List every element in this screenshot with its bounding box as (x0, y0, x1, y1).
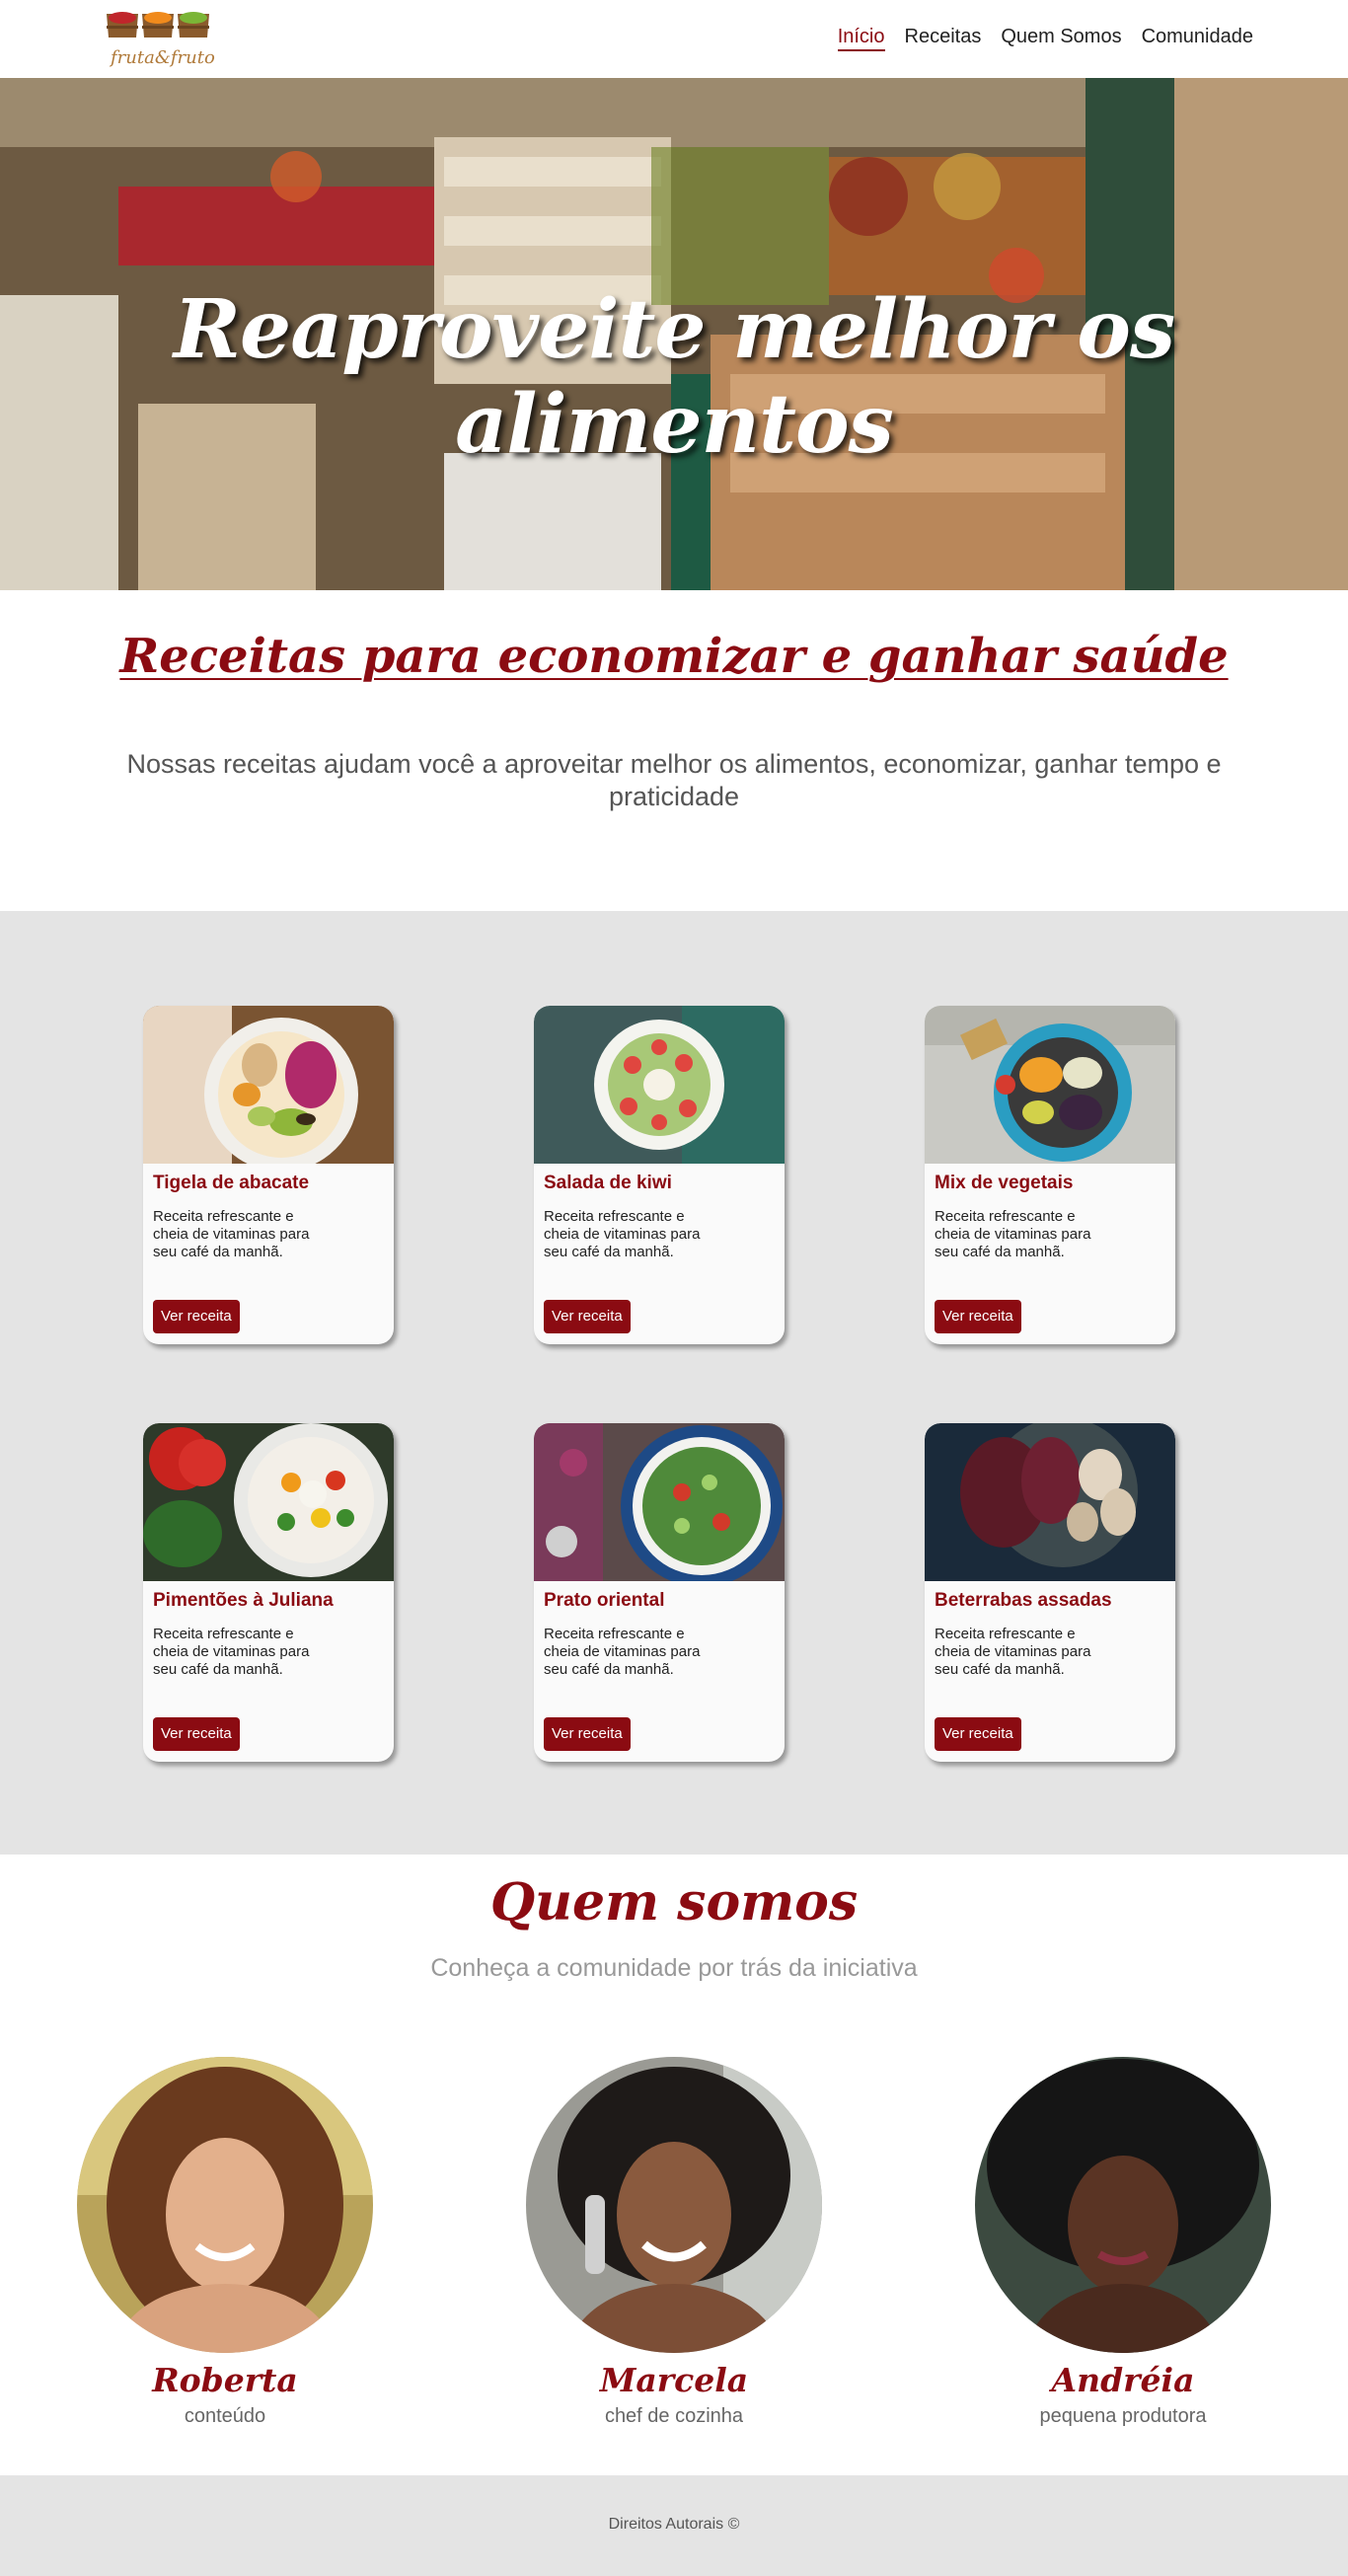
avatar (975, 2057, 1271, 2353)
recipe-image-kiwi-salad (534, 1006, 785, 1164)
recipe-description: Receita refrescante e cheia de vitaminas… (935, 1626, 1091, 1678)
recipe-description: Receita refrescante e cheia de vitaminas… (153, 1626, 310, 1678)
recipe-card: Beterrabas assadas Receita refrescante e… (925, 1423, 1175, 1762)
recipe-title: Beterrabas assadas (935, 1590, 1112, 1611)
about-subtitle: Conheça a comunidade por trás da iniciat… (430, 1954, 918, 1982)
recipe-title: Prato oriental (544, 1590, 665, 1611)
recipe-description: Receita refrescante e cheia de vitaminas… (544, 1208, 701, 1260)
view-recipe-button[interactable]: Ver receita (544, 1300, 631, 1333)
nav-item-inicio[interactable]: Início (837, 26, 885, 51)
recipes-section: Tigela de abacate Receita refrescante e … (0, 911, 1348, 1855)
recipe-image-oriental-dish (534, 1423, 785, 1581)
view-recipe-button[interactable]: Ver receita (153, 1300, 240, 1333)
recipe-image-avocado-bowl (143, 1006, 394, 1164)
about-title: Quem somos (489, 1872, 859, 1932)
member-role: chef de cozinha (604, 2405, 744, 2427)
member-card: Andréia pequena produtora (975, 2057, 1271, 2428)
hero-title: Reaproveite melhor os alimentos (173, 282, 1175, 472)
member-name: Roberta (152, 2361, 298, 2399)
main-nav: Início Receitas Quem Somos Comunidade (837, 26, 1253, 51)
logo[interactable]: fruta&fruto (103, 8, 215, 73)
recipe-card: Prato oriental Receita refrescante e che… (534, 1423, 785, 1762)
member-role: conteúdo (184, 2405, 266, 2427)
nav-item-comunidade[interactable]: Comunidade (1142, 26, 1253, 51)
recipe-image-roasted-beets (925, 1423, 1175, 1581)
recipe-card: Salada de kiwi Receita refrescante e che… (534, 1006, 785, 1344)
recipes-heading: Receitas para economizar e ganhar saúde (0, 629, 1348, 684)
recipe-title: Salada de kiwi (544, 1173, 672, 1193)
nav-item-quem-somos[interactable]: Quem Somos (1001, 26, 1121, 51)
fruit-crates-icon (107, 12, 209, 38)
hero-banner: Reaproveite melhor os alimentos (0, 78, 1348, 590)
member-card: Roberta conteúdo (77, 2057, 373, 2428)
view-recipe-button[interactable]: Ver receita (935, 1300, 1021, 1333)
avatar (77, 2057, 373, 2353)
avatar (526, 2057, 822, 2353)
intro-paragraph: Nossas receitas ajudam você a aproveitar… (126, 749, 1222, 811)
copyright-text: Direitos Autorais © (608, 2516, 740, 2533)
member-card: Marcela chef de cozinha (526, 2057, 822, 2428)
site-footer: Direitos Autorais © (0, 2475, 1348, 2576)
recipe-card: Pimentões à Juliana Receita refrescante … (143, 1423, 394, 1762)
nav-item-receitas[interactable]: Receitas (905, 26, 982, 51)
recipe-title: Pimentões à Juliana (153, 1590, 334, 1611)
recipes-heading-text: Receitas para economizar e ganhar saúde (119, 629, 1229, 684)
recipe-description: Receita refrescante e cheia de vitaminas… (544, 1626, 701, 1678)
view-recipe-button[interactable]: Ver receita (935, 1717, 1021, 1751)
recipe-card: Mix de vegetais Receita refrescante e ch… (925, 1006, 1175, 1344)
member-name: Marcela (599, 2361, 749, 2399)
recipe-description: Receita refrescante e cheia de vitaminas… (153, 1208, 310, 1260)
recipe-title: Tigela de abacate (153, 1173, 310, 1193)
recipe-description: Receita refrescante e cheia de vitaminas… (935, 1208, 1091, 1260)
view-recipe-button[interactable]: Ver receita (153, 1717, 240, 1751)
recipe-card: Tigela de abacate Receita refrescante e … (143, 1006, 394, 1344)
recipe-title: Mix de vegetais (935, 1173, 1074, 1193)
view-recipe-button[interactable]: Ver receita (544, 1717, 631, 1751)
logo-text: fruta&fruto (111, 47, 215, 68)
member-name: Andréia (1051, 2361, 1195, 2399)
member-role: pequena produtora (1039, 2405, 1207, 2427)
recipe-image-vegetable-mix (925, 1006, 1175, 1164)
site-header: fruta&fruto Início Receitas Quem Somos C… (0, 0, 1348, 78)
recipe-image-peppers (143, 1423, 394, 1581)
